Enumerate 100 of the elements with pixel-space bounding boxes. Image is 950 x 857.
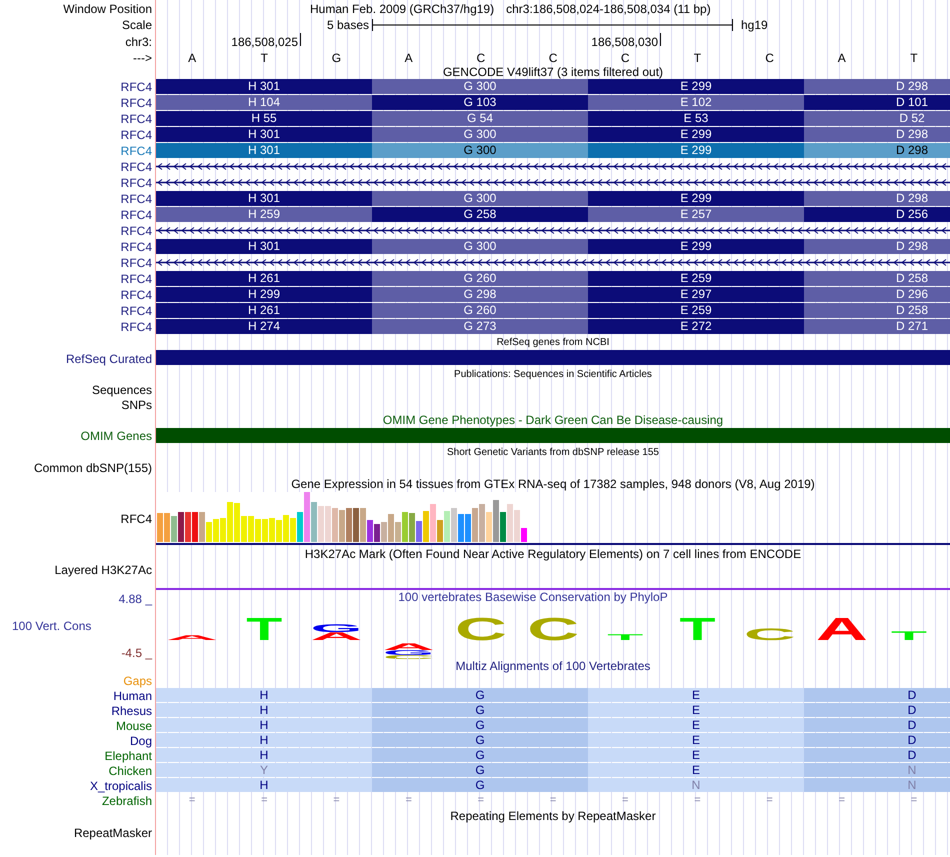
track-label[interactable]: Layered H3K27Ac bbox=[54, 563, 152, 577]
base-letter: A bbox=[404, 50, 413, 64]
track-label[interactable]: RFC4 bbox=[120, 80, 152, 94]
track-label[interactable]: RFC4 bbox=[120, 224, 152, 238]
exon-block[interactable]: E 257 bbox=[588, 207, 804, 222]
exon-block[interactable]: E 299 bbox=[588, 191, 804, 206]
gap-mark: = bbox=[838, 794, 845, 807]
exon-block[interactable]: H 301 bbox=[156, 143, 372, 158]
exon-block[interactable]: H 301 bbox=[156, 191, 372, 206]
exon-block[interactable]: D 258 bbox=[804, 303, 950, 318]
axis-max-label: 4.88 _ bbox=[118, 592, 152, 606]
exon-block[interactable]: G 300 bbox=[372, 79, 588, 94]
exon-block[interactable]: D 101 bbox=[804, 95, 950, 110]
alignment-cell: E bbox=[588, 748, 804, 762]
exon-block[interactable]: D 256 bbox=[804, 207, 950, 222]
gap-mark: = bbox=[694, 794, 701, 807]
species-label[interactable]: Dog bbox=[130, 734, 152, 748]
exon-block[interactable]: G 298 bbox=[372, 287, 588, 302]
exon-block[interactable]: E 299 bbox=[588, 239, 804, 254]
exon-block[interactable]: E 299 bbox=[588, 143, 804, 158]
exon-block[interactable]: H 261 bbox=[156, 303, 372, 318]
alignment-cell: G bbox=[372, 718, 588, 732]
track-label[interactable]: RFC4 bbox=[120, 240, 152, 254]
exon-block[interactable]: E 259 bbox=[588, 303, 804, 318]
exon-block[interactable]: G 258 bbox=[372, 207, 588, 222]
exon-block[interactable]: H 55 bbox=[156, 111, 372, 126]
exon-block[interactable]: D 298 bbox=[804, 191, 950, 206]
position-label: 186,508,025 bbox=[231, 34, 299, 50]
species-label[interactable]: Chicken bbox=[108, 764, 152, 778]
track-label[interactable]: RFC4 bbox=[120, 96, 152, 110]
exon-block[interactable]: H 301 bbox=[156, 79, 372, 94]
exon-block[interactable]: H 299 bbox=[156, 287, 372, 302]
track-label[interactable]: RFC4 bbox=[120, 512, 152, 526]
track-label[interactable]: RFC4 bbox=[120, 288, 152, 302]
track-label[interactable]: RFC4 bbox=[120, 112, 152, 126]
exon-block[interactable]: E 272 bbox=[588, 319, 804, 334]
exon-block[interactable]: D 298 bbox=[804, 143, 950, 158]
exon-block[interactable]: G 103 bbox=[372, 95, 588, 110]
track-label[interactable]: RepeatMasker bbox=[74, 826, 152, 840]
exon-block[interactable]: G 54 bbox=[372, 111, 588, 126]
track-title: OMIM Gene Phenotypes - Dark Green Can Be Disease-causing bbox=[382, 414, 724, 426]
track-label[interactable]: RFC4 bbox=[120, 160, 152, 174]
exon-block[interactable]: D 298 bbox=[804, 239, 950, 254]
track-label[interactable]: ---> bbox=[133, 50, 152, 64]
exon-block[interactable]: H 261 bbox=[156, 271, 372, 286]
exon-block[interactable]: E 299 bbox=[588, 127, 804, 142]
exon-block[interactable]: G 300 bbox=[372, 191, 588, 206]
base-letter: A bbox=[188, 50, 196, 64]
species-label[interactable]: X_tropicalis bbox=[90, 778, 152, 792]
track-title: H3K27Ac Mark (Often Found Near Active Regulatory Elements) on 7 cell lines from ENCODE bbox=[304, 548, 802, 560]
species-label[interactable]: Zebrafish bbox=[102, 794, 152, 808]
track-label[interactable]: Sequences bbox=[92, 382, 152, 396]
exon-block[interactable]: H 301 bbox=[156, 239, 372, 254]
exon-block[interactable]: E 53 bbox=[588, 111, 804, 126]
track-label[interactable]: RFC4 bbox=[120, 256, 152, 270]
exon-block[interactable]: D 52 bbox=[804, 111, 950, 126]
exon-block[interactable]: E 259 bbox=[588, 271, 804, 286]
track-label[interactable]: RFC4 bbox=[120, 176, 152, 190]
track-label[interactable]: chr3: bbox=[125, 34, 152, 48]
species-label[interactable]: Human bbox=[113, 688, 152, 702]
exon-block[interactable]: D 298 bbox=[804, 79, 950, 94]
exon-block[interactable]: G 300 bbox=[372, 143, 588, 158]
exon-block[interactable]: G 300 bbox=[372, 239, 588, 254]
track-label[interactable]: Scale bbox=[122, 18, 152, 32]
track-label[interactable]: 100 Vert. Cons bbox=[12, 619, 92, 633]
track-label[interactable]: RFC4 bbox=[120, 192, 152, 206]
exon-block[interactable]: G 260 bbox=[372, 271, 588, 286]
species-label[interactable]: Elephant bbox=[104, 748, 152, 762]
alignment-cell: H bbox=[156, 703, 372, 717]
exon-block[interactable]: E 297 bbox=[588, 287, 804, 302]
track-label[interactable]: RFC4 bbox=[120, 304, 152, 318]
track-label[interactable]: SNPs bbox=[121, 398, 152, 412]
exon-block[interactable]: H 104 bbox=[156, 95, 372, 110]
exon-block[interactable]: E 299 bbox=[588, 79, 804, 94]
exon-block[interactable]: E 102 bbox=[588, 95, 804, 110]
exon-block[interactable]: G 260 bbox=[372, 303, 588, 318]
exon-block[interactable]: D 258 bbox=[804, 271, 950, 286]
exon-block[interactable]: G 273 bbox=[372, 319, 588, 334]
exon-block[interactable]: D 271 bbox=[804, 319, 950, 334]
track-label[interactable]: RFC4 bbox=[120, 144, 152, 158]
track-label[interactable]: Window Position bbox=[63, 2, 152, 16]
track-label[interactable]: Common dbSNP(155) bbox=[34, 461, 152, 475]
gap-mark: = bbox=[910, 794, 918, 807]
exon-block[interactable]: D 296 bbox=[804, 287, 950, 302]
alignment-cell: D bbox=[804, 688, 950, 702]
track-label[interactable]: RFC4 bbox=[120, 272, 152, 286]
track-label[interactable]: RFC4 bbox=[120, 320, 152, 334]
exon-block[interactable]: H 301 bbox=[156, 127, 372, 142]
exon-block[interactable]: H 259 bbox=[156, 207, 372, 222]
exon-block[interactable]: D 298 bbox=[804, 127, 950, 142]
species-label[interactable]: Mouse bbox=[116, 718, 152, 732]
track-label[interactable]: OMIM Genes bbox=[80, 429, 152, 443]
track-label[interactable]: RefSeq Curated bbox=[66, 352, 152, 366]
base-letter: T bbox=[910, 50, 918, 64]
track-label[interactable]: RFC4 bbox=[120, 128, 152, 142]
exon-block[interactable]: H 274 bbox=[156, 319, 372, 334]
alignment-cell: N bbox=[804, 778, 950, 792]
exon-block[interactable]: G 300 bbox=[372, 127, 588, 142]
track-label[interactable]: RFC4 bbox=[120, 208, 152, 222]
species-label[interactable]: Rhesus bbox=[111, 704, 152, 718]
